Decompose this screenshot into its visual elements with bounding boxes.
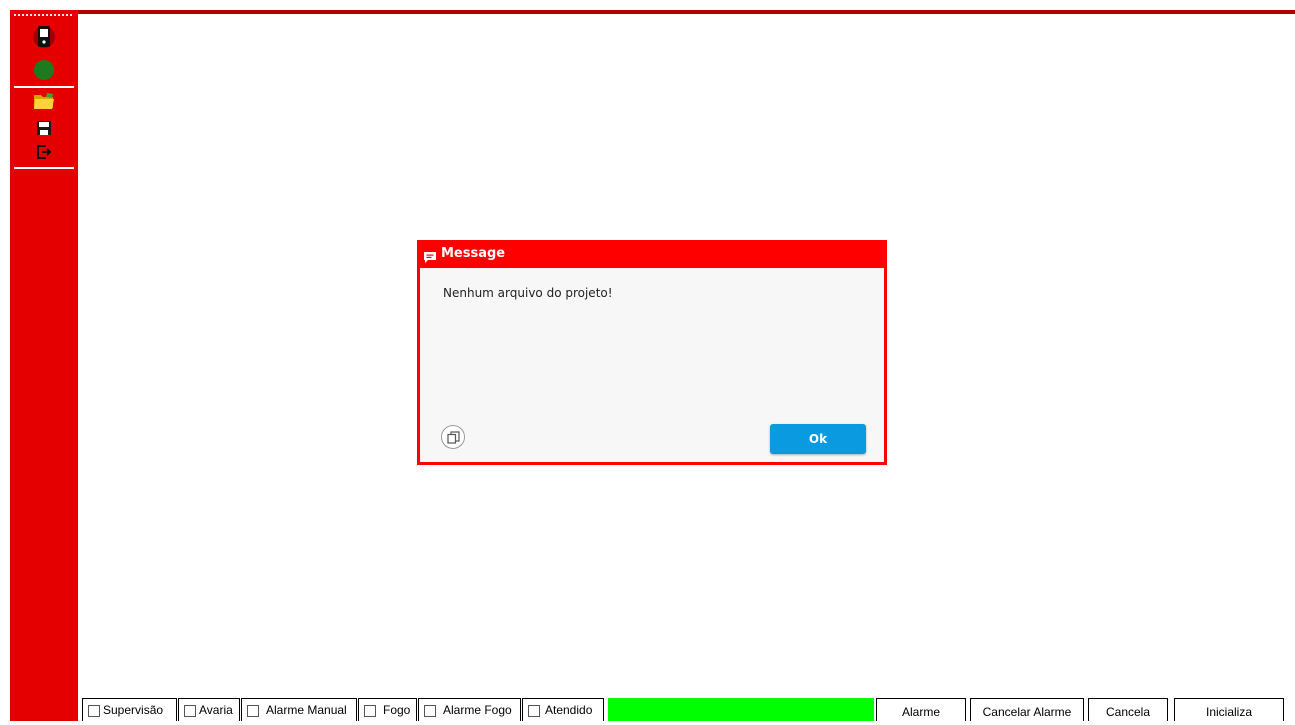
status-indicator-icon [33,59,55,86]
exit-icon[interactable] [36,144,52,165]
save-icon[interactable] [36,120,52,141]
checkbox-box[interactable] [424,705,436,717]
dialog-body: Nenhum arquivo do projeto! Ok [420,268,884,462]
checkbox-supervisao[interactable]: Supervisão [82,698,177,721]
checkbox-label: Fogo [383,703,411,717]
checkbox-label: Alarme Fogo [443,703,512,717]
checkbox-label: Avaria [199,703,233,717]
alarme-button[interactable]: Alarme [876,698,966,721]
inicializa-button[interactable]: Inicializa [1174,698,1284,721]
checkbox-fogo[interactable]: Fogo [358,698,417,721]
ok-button[interactable]: Ok [770,424,866,454]
status-indicator-bar [608,698,874,721]
copy-button[interactable] [441,425,465,449]
sidebar-separator [14,167,74,169]
checkbox-box[interactable] [364,705,376,717]
checkbox-box[interactable] [88,705,100,717]
message-dialog: Message Nenhum arquivo do projeto! Ok [417,240,887,465]
checkbox-box[interactable] [247,705,259,717]
sidebar [10,10,78,721]
checkbox-box[interactable] [184,705,196,717]
checkbox-alarme-fogo[interactable]: Alarme Fogo [418,698,521,721]
copy-icon [447,431,460,444]
dialog-title: Message [441,246,506,261]
sidebar-grip [14,14,72,18]
bottom-status-bar: Supervisão Avaria Alarme Manual Fogo Ala… [82,698,1295,721]
sidebar-separator [14,86,74,88]
checkbox-alarme-manual[interactable]: Alarme Manual [241,698,357,721]
checkbox-label: Alarme Manual [266,703,347,717]
checkbox-box[interactable] [528,705,540,717]
dialog-titlebar: Message [417,240,887,268]
checkbox-atendido[interactable]: Atendido [522,698,604,721]
cancela-button[interactable]: Cancela [1088,698,1168,721]
dialog-message: Nenhum arquivo do projeto! [443,286,613,300]
top-border [78,10,1295,14]
open-folder-icon[interactable] [33,92,55,115]
device-icon[interactable] [32,24,56,55]
cancelar-alarme-button[interactable]: Cancelar Alarme [970,698,1084,721]
checkbox-avaria[interactable]: Avaria [178,698,240,721]
checkbox-label: Atendido [545,703,593,717]
checkbox-label: Supervisão [103,703,164,717]
